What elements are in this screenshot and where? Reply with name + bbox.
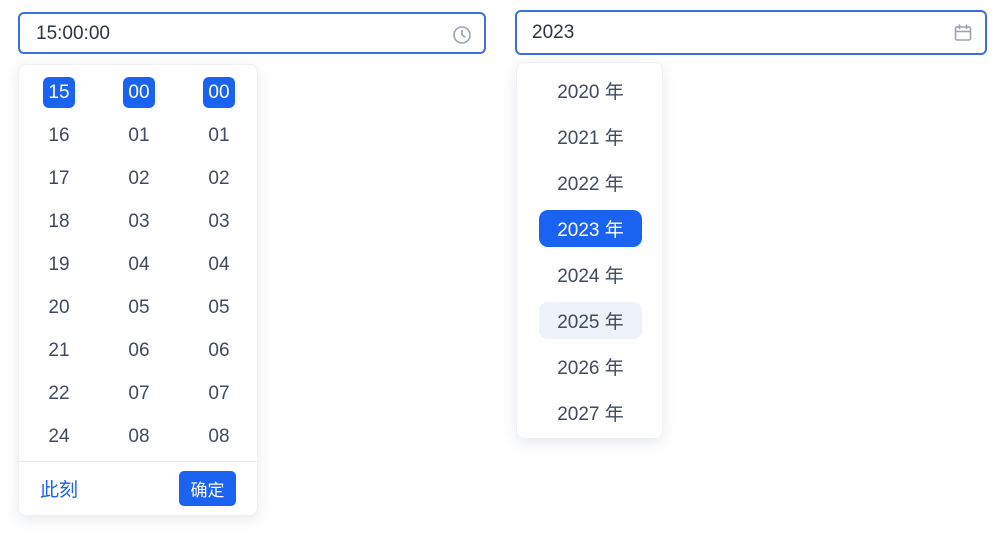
minutes-option-label: 05 xyxy=(128,297,150,318)
seconds-option-label: 02 xyxy=(208,168,230,189)
minutes-option-label: 04 xyxy=(128,254,150,275)
year-option[interactable]: 2027 年 xyxy=(539,394,642,431)
hours-option-label: 18 xyxy=(48,211,70,232)
seconds-option-label: 01 xyxy=(208,125,230,146)
hours-option[interactable]: 19 xyxy=(19,243,99,286)
year-option[interactable]: 2024 年 xyxy=(539,256,642,293)
minutes-option[interactable]: 01 xyxy=(99,114,179,157)
seconds-option-label: 07 xyxy=(208,383,230,404)
clock-icon[interactable] xyxy=(452,25,472,45)
minutes-option[interactable]: 03 xyxy=(99,200,179,243)
year-option[interactable]: 2022 年 xyxy=(539,164,642,201)
seconds-option[interactable]: 05 xyxy=(179,286,259,329)
seconds-option[interactable]: 07 xyxy=(179,372,259,415)
hours-option[interactable]: 22 xyxy=(19,372,99,415)
seconds-option[interactable]: 06 xyxy=(179,329,259,372)
minutes-option-label: 02 xyxy=(128,168,150,189)
time-input-value: 15:00:00 xyxy=(36,23,110,44)
seconds-option-label: 05 xyxy=(208,297,230,318)
minutes-option[interactable]: 06 xyxy=(99,329,179,372)
time-dropdown-panel: 15 16 17 18 19 20 21 22 24 00 01 02 03 04 05 06 07 08 00… xyxy=(18,64,258,516)
seconds-option[interactable]: 00 xyxy=(179,71,259,114)
hours-option-label: 17 xyxy=(48,168,70,189)
picker-demo: 15:00:00 15 16 17 18 19 20 21 22 24 00 01 02 03 04 05… xyxy=(0,0,1000,539)
seconds-option-label: 00 xyxy=(203,77,235,108)
seconds-option-label: 08 xyxy=(208,426,230,447)
year-input[interactable]: 2023 xyxy=(515,10,987,55)
seconds-option[interactable]: 03 xyxy=(179,200,259,243)
year-input-value: 2023 xyxy=(532,22,575,43)
minute-column[interactable]: 00 01 02 03 04 05 06 07 08 xyxy=(99,71,179,458)
hours-option-label: 16 xyxy=(48,125,70,146)
minutes-option[interactable]: 05 xyxy=(99,286,179,329)
minutes-option-label: 07 xyxy=(128,383,150,404)
now-button[interactable]: 此刻 xyxy=(40,478,78,504)
hours-option-label: 19 xyxy=(48,254,70,275)
minutes-option[interactable]: 08 xyxy=(99,415,179,458)
minutes-option-label: 06 xyxy=(128,340,150,361)
confirm-button[interactable]: 确定 xyxy=(179,471,236,506)
year-option[interactable]: 2021 年 xyxy=(539,118,642,155)
minutes-option-label: 03 xyxy=(128,211,150,232)
hours-option[interactable]: 15 xyxy=(19,71,99,114)
minutes-option-label: 08 xyxy=(128,426,150,447)
seconds-option[interactable]: 01 xyxy=(179,114,259,157)
minutes-option-label: 00 xyxy=(123,77,155,108)
seconds-option-label: 06 xyxy=(208,340,230,361)
seconds-option[interactable]: 04 xyxy=(179,243,259,286)
panel-divider xyxy=(19,461,257,462)
hours-option[interactable]: 18 xyxy=(19,200,99,243)
hours-option-label: 24 xyxy=(48,426,70,447)
hours-option[interactable]: 16 xyxy=(19,114,99,157)
year-dropdown-panel: 2020 年 2021 年 2022 年 2023 年 2024 年 2025 年 2026… xyxy=(516,62,663,439)
seconds-option-label: 03 xyxy=(208,211,230,232)
minutes-option[interactable]: 02 xyxy=(99,157,179,200)
hours-option-label: 15 xyxy=(43,77,75,108)
minutes-option[interactable]: 07 xyxy=(99,372,179,415)
hours-option[interactable]: 24 xyxy=(19,415,99,458)
time-input[interactable]: 15:00:00 xyxy=(18,12,486,54)
minutes-option[interactable]: 00 xyxy=(99,71,179,114)
minutes-option[interactable]: 04 xyxy=(99,243,179,286)
minutes-option-label: 01 xyxy=(128,125,150,146)
hours-option-label: 21 xyxy=(48,340,70,361)
year-option[interactable]: 2023 年 xyxy=(539,210,642,247)
calendar-icon[interactable] xyxy=(953,23,973,43)
hours-option-label: 22 xyxy=(48,383,70,404)
hours-option[interactable]: 20 xyxy=(19,286,99,329)
seconds-option[interactable]: 08 xyxy=(179,415,259,458)
year-option[interactable]: 2026 年 xyxy=(539,348,642,385)
seconds-option[interactable]: 02 xyxy=(179,157,259,200)
hours-option[interactable]: 21 xyxy=(19,329,99,372)
hours-option[interactable]: 17 xyxy=(19,157,99,200)
second-column[interactable]: 00 01 02 03 04 05 06 07 08 xyxy=(179,71,259,458)
hour-column[interactable]: 15 16 17 18 19 20 21 22 24 xyxy=(19,71,99,458)
hours-option-label: 20 xyxy=(48,297,70,318)
year-option[interactable]: 2020 年 xyxy=(539,72,642,109)
year-option[interactable]: 2025 年 xyxy=(539,302,642,339)
seconds-option-label: 04 xyxy=(208,254,230,275)
